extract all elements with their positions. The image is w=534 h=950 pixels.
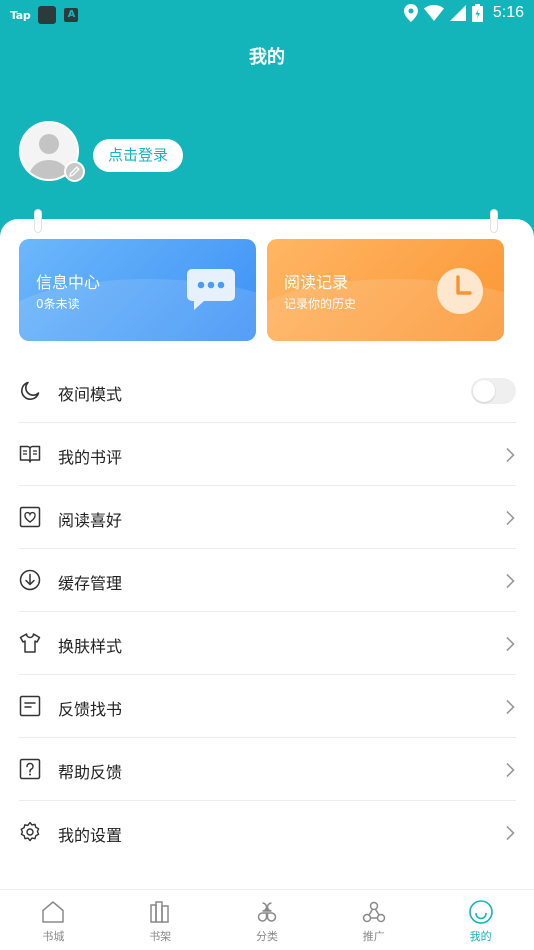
bottom-tab-bar: 书城 书架 分类 推广 我的: [0, 889, 534, 950]
menu-item-skin-style[interactable]: 换肤样式: [19, 612, 516, 675]
chevron-right-icon: [506, 762, 515, 778]
book-review-icon: [19, 445, 41, 463]
location-icon: [403, 4, 418, 22]
menu-item-feedback-find-book[interactable]: 反馈找书: [19, 675, 516, 738]
tab-category[interactable]: 分类: [214, 890, 321, 950]
chat-bubble-icon: [187, 269, 235, 310]
menu-item-label: 我的设置: [58, 826, 123, 845]
status-bar: Tap A 5:16: [0, 0, 534, 28]
panel-ring-left: [34, 209, 42, 233]
gear-icon: [20, 821, 40, 842]
header-background: [0, 0, 534, 240]
chevron-right-icon: [506, 510, 515, 526]
menu-item-label: 帮助反馈: [58, 763, 123, 782]
heart-frame-icon: [19, 506, 41, 528]
card-title: 阅读记录: [284, 273, 349, 292]
chevron-right-icon: [506, 573, 515, 589]
category-icon: [257, 902, 277, 922]
keyboard-notification-icon: A: [64, 8, 79, 22]
clock-time: 5:16: [492, 4, 524, 21]
clock-icon: [437, 268, 483, 314]
app-notification-icon: [38, 6, 57, 24]
wifi-icon: [423, 5, 444, 21]
tab-promote[interactable]: 推广: [320, 890, 427, 950]
tab-label: 书架: [149, 930, 172, 943]
smile-icon: [468, 900, 493, 924]
menu-item-my-reviews[interactable]: 我的书评: [19, 423, 516, 486]
page-title: 我的: [249, 47, 285, 68]
edit-avatar-icon[interactable]: [64, 161, 85, 182]
menu-item-label: 缓存管理: [58, 574, 123, 593]
night-mode-toggle[interactable]: [471, 378, 516, 404]
menu-item-my-settings[interactable]: 我的设置: [19, 801, 516, 864]
menu-item-label: 换肤样式: [58, 637, 123, 656]
menu-item-label: 阅读喜好: [58, 511, 123, 530]
panel-ring-right: [490, 209, 498, 233]
download-circle-icon: [19, 569, 41, 591]
menu-list: 夜间模式 我的书评 阅读喜好 缓存管理 换肤样式 反馈找书 帮助反馈 我的设置: [19, 360, 516, 864]
card-subtitle: 记录你的历史: [284, 297, 357, 311]
tab-label: 推广: [362, 930, 385, 943]
question-icon: [19, 758, 41, 780]
tab-label: 分类: [255, 930, 278, 943]
card-title: 信息中心: [36, 273, 101, 292]
message-center-card[interactable]: 信息中心 0条未读: [19, 239, 256, 341]
bookshelf-icon: [150, 901, 169, 923]
chevron-right-icon: [506, 825, 515, 841]
note-icon: [19, 695, 41, 717]
tab-bookstore[interactable]: 书城: [0, 890, 107, 950]
chevron-right-icon: [506, 447, 515, 463]
menu-item-label: 我的书评: [58, 448, 123, 467]
login-button[interactable]: 点击登录: [93, 139, 183, 172]
menu-item-help-feedback[interactable]: 帮助反馈: [19, 738, 516, 801]
tab-bookshelf[interactable]: 书架: [107, 890, 214, 950]
signal-icon: [449, 5, 466, 21]
carrier-label: Tap: [10, 8, 31, 22]
tab-mine[interactable]: 我的: [427, 890, 534, 950]
card-subtitle: 0条未读: [36, 297, 80, 311]
share-icon: [362, 901, 386, 923]
menu-item-night-mode[interactable]: 夜间模式: [19, 360, 516, 423]
tab-label: 我的: [469, 930, 492, 943]
reading-history-card[interactable]: 阅读记录 记录你的历史: [267, 239, 504, 341]
shirt-icon: [19, 633, 41, 653]
home-icon: [42, 901, 65, 923]
moon-icon: [21, 381, 40, 400]
chevron-right-icon: [506, 699, 515, 715]
menu-item-label: 夜间模式: [58, 385, 123, 404]
menu-item-label: 反馈找书: [58, 700, 123, 719]
chevron-right-icon: [506, 636, 515, 652]
menu-item-reading-preference[interactable]: 阅读喜好: [19, 486, 516, 549]
battery-icon: [471, 4, 483, 22]
tab-label: 书城: [42, 930, 65, 943]
menu-item-cache-management[interactable]: 缓存管理: [19, 549, 516, 612]
